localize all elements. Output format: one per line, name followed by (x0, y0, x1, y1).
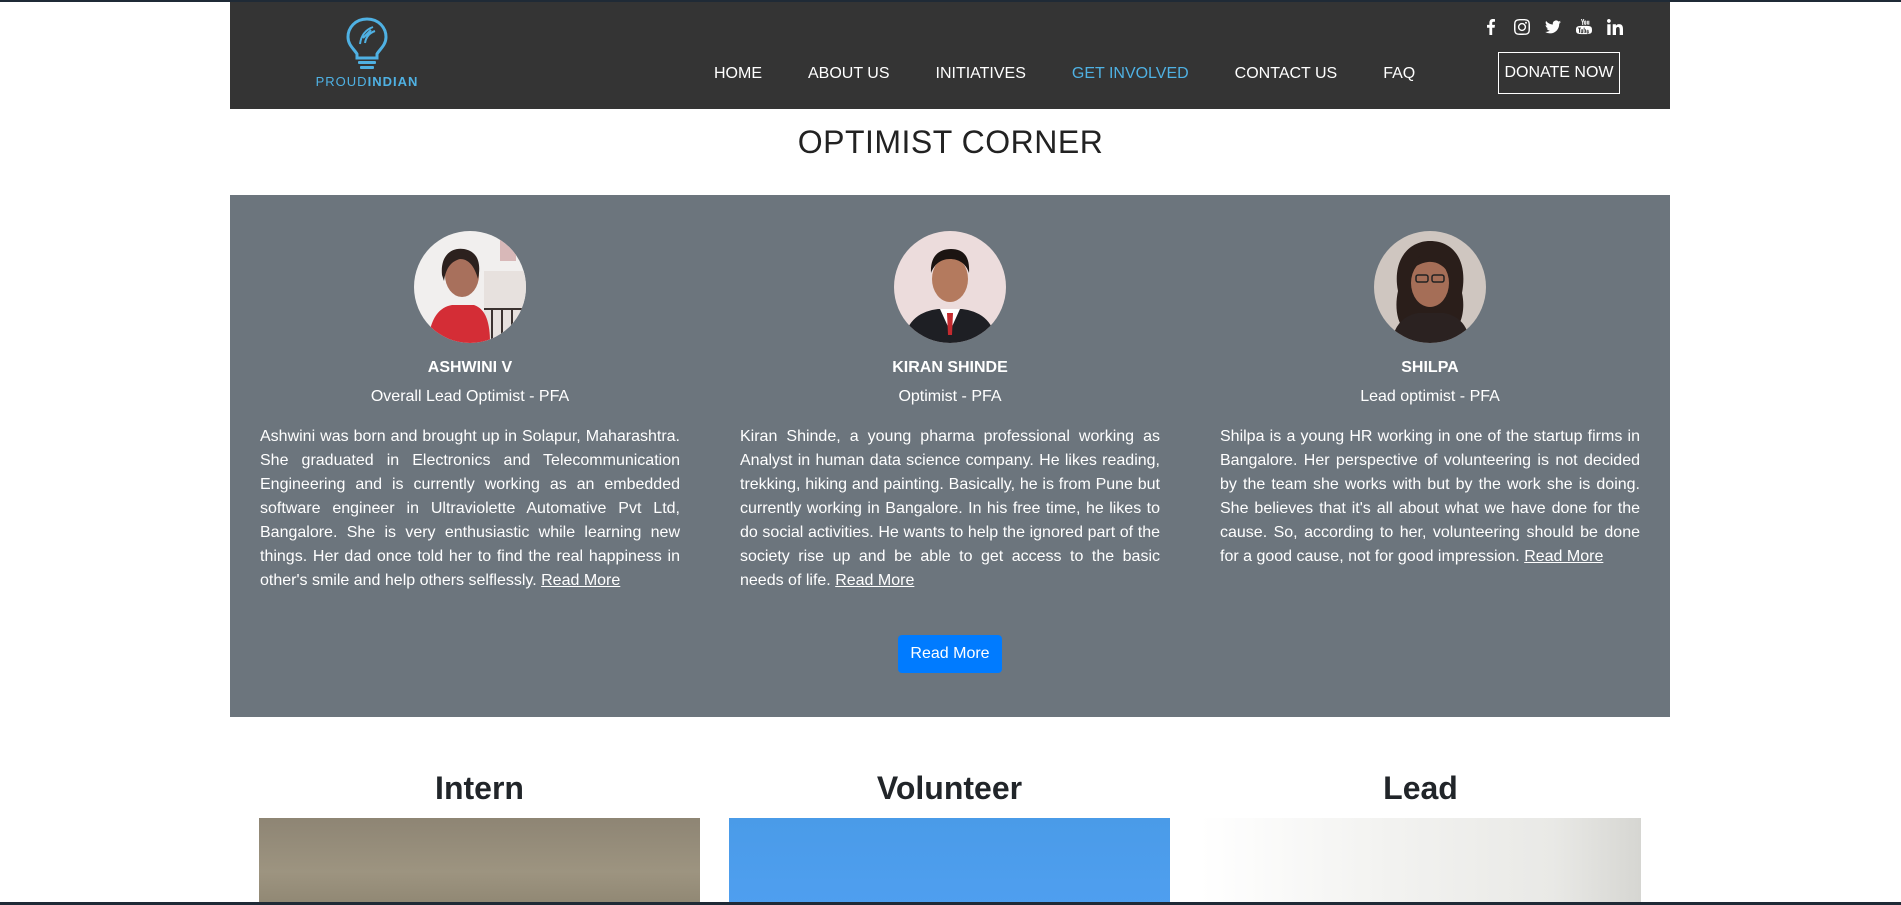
optimist-role: Optimist - PFA (898, 388, 1002, 405)
optimist-corner-panel: ASHWINI V Overall Lead Optimist - PFA As… (230, 195, 1670, 717)
optimist-bio-text: Shilpa is a young HR working in one of t… (1220, 428, 1640, 565)
read-more-link[interactable]: Read More (541, 572, 620, 589)
site-header: PROUDINDIAN HOME ABOUT US INITIATIVES GE… (230, 2, 1670, 109)
read-more-link[interactable]: Read More (1524, 548, 1603, 565)
donate-now-button[interactable]: DONATE NOW (1498, 52, 1620, 94)
optimist-bio: Ashwini was born and brought up in Solap… (260, 425, 680, 593)
nav-get-involved[interactable]: GET INVOLVED (1072, 65, 1189, 83)
role-image (259, 818, 700, 905)
role-card-intern[interactable]: Intern (259, 770, 700, 905)
lightbulb-logo-icon (346, 17, 388, 69)
nav-about-us[interactable]: ABOUT US (808, 65, 890, 83)
read-more-button[interactable]: Read More (898, 635, 1002, 673)
optimist-name: SHILPA (1401, 359, 1459, 376)
optimist-card: SHILPA Lead optimist - PFA Shilpa is a y… (1220, 231, 1640, 569)
optimist-role: Overall Lead Optimist - PFA (370, 388, 570, 405)
portrait-photo-icon (1374, 231, 1486, 343)
nav-home[interactable]: HOME (714, 65, 762, 83)
role-card-lead[interactable]: Lead (1200, 770, 1641, 905)
facebook-icon[interactable] (1482, 18, 1499, 35)
nav-contact-us[interactable]: CONTACT US (1235, 65, 1338, 83)
nav-initiatives[interactable]: INITIATIVES (936, 65, 1026, 83)
get-involved-roles: Intern Volunteer Lead (259, 770, 1641, 905)
youtube-icon[interactable] (1575, 18, 1592, 35)
optimist-card: KIRAN SHINDE Optimist - PFA Kiran Shinde… (740, 231, 1160, 593)
main-nav: HOME ABOUT US INITIATIVES GET INVOLVED C… (714, 60, 1461, 88)
role-image (1200, 818, 1641, 905)
linkedin-icon[interactable] (1606, 18, 1623, 35)
logo-word-proud: PROUD (315, 74, 368, 89)
avatar (414, 231, 526, 343)
instagram-icon[interactable] (1513, 18, 1530, 35)
optimist-bio-text: Kiran Shinde, a young pharma professiona… (740, 428, 1160, 589)
optimist-corner-title: OPTIMIST CORNER (797, 124, 1104, 160)
read-more-link[interactable]: Read More (835, 572, 914, 589)
logo-wordmark: PROUDINDIAN (311, 74, 423, 89)
social-links (1482, 18, 1623, 35)
avatar (894, 231, 1006, 343)
optimist-bio: Shilpa is a young HR working in one of t… (1220, 425, 1640, 569)
role-title: Intern (435, 770, 524, 806)
site-logo[interactable]: PROUDINDIAN (311, 16, 423, 92)
portrait-photo-icon (894, 231, 1006, 343)
avatar (1374, 231, 1486, 343)
optimist-card: ASHWINI V Overall Lead Optimist - PFA As… (260, 231, 680, 593)
optimist-role: Lead optimist - PFA (1360, 388, 1500, 405)
portrait-photo-icon (414, 231, 526, 343)
twitter-icon[interactable] (1544, 18, 1561, 35)
optimist-bio: Kiran Shinde, a young pharma professiona… (740, 425, 1160, 593)
role-image (729, 818, 1170, 905)
nav-faq[interactable]: FAQ (1383, 65, 1415, 83)
optimist-name: ASHWINI V (427, 359, 513, 376)
logo-word-indian: INDIAN (367, 74, 419, 89)
role-title: Lead (1383, 770, 1458, 806)
role-card-volunteer[interactable]: Volunteer (729, 770, 1170, 905)
optimist-bio-text: Ashwini was born and brought up in Solap… (260, 428, 680, 589)
role-title: Volunteer (876, 770, 1023, 806)
optimist-name: KIRAN SHINDE (892, 359, 1008, 376)
